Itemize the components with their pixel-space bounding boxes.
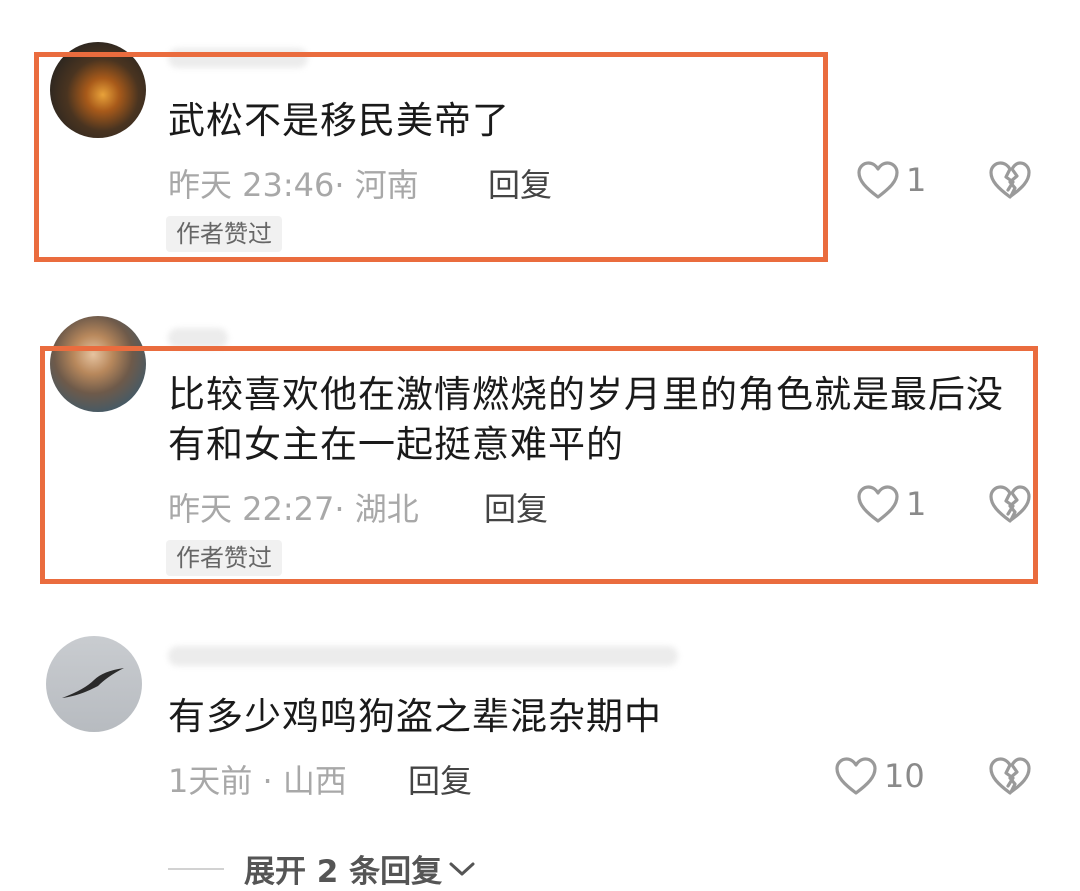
expand-replies-label: 展开 2 条回复 [244,854,443,890]
heart-outline-icon [835,757,877,795]
dislike-button[interactable] [988,756,1032,800]
comment-text: 武松不是移民美帝了 [168,99,510,142]
divider-line [168,867,224,870]
comment-item: 有多少鸡鸣狗盗之辈混杂期中 1天前 · 山西 回复 10 [0,620,1080,820]
reply-button[interactable]: 回复 [484,484,548,530]
avatar[interactable] [50,316,146,412]
username-blurred [168,48,308,68]
like-button[interactable]: 1 [856,484,926,524]
broken-heart-icon [989,485,1031,523]
bird-icon [62,668,124,698]
dislike-button[interactable] [988,160,1032,204]
comment-meta: 昨天 22:27· 湖北 [168,490,419,528]
like-count: 1 [906,485,927,523]
avatar[interactable] [46,636,142,732]
like-button[interactable]: 1 [856,160,926,200]
comment-text: 有多少鸡鸣狗盗之辈混杂期中 [168,695,662,738]
reply-button[interactable]: 回复 [408,756,472,802]
chevron-down-icon [449,862,475,875]
avatar[interactable] [50,42,146,138]
heart-outline-icon [857,485,899,523]
comment-item: 武松不是移民美帝了 昨天 23:46· 河南 回复 作者赞过 1 [0,0,1080,270]
dislike-button[interactable] [988,484,1032,528]
comment-meta: 1天前 · 山西 [168,762,347,800]
comment-item: 比较喜欢他在激情燃烧的岁月里的角色就是最后没有和女主在一起挺意难平的 昨天 22… [0,300,1080,590]
like-count: 10 [884,757,925,795]
broken-heart-icon [989,161,1031,199]
comment-text: 比较喜欢他在激情燃烧的岁月里的角色就是最后没有和女主在一起挺意难平的 [168,373,1004,466]
heart-outline-icon [857,161,899,199]
username-blurred [168,328,228,348]
author-liked-badge: 作者赞过 [166,540,282,576]
expand-replies-button[interactable]: 展开 2 条回复 [168,846,476,891]
broken-heart-icon [989,757,1031,795]
username-blurred [168,646,678,666]
comment-meta: 昨天 23:46· 河南 [168,166,419,204]
like-count: 1 [906,161,927,199]
reply-button[interactable]: 回复 [488,160,552,206]
author-liked-badge: 作者赞过 [166,216,282,252]
like-button[interactable]: 10 [834,756,925,796]
